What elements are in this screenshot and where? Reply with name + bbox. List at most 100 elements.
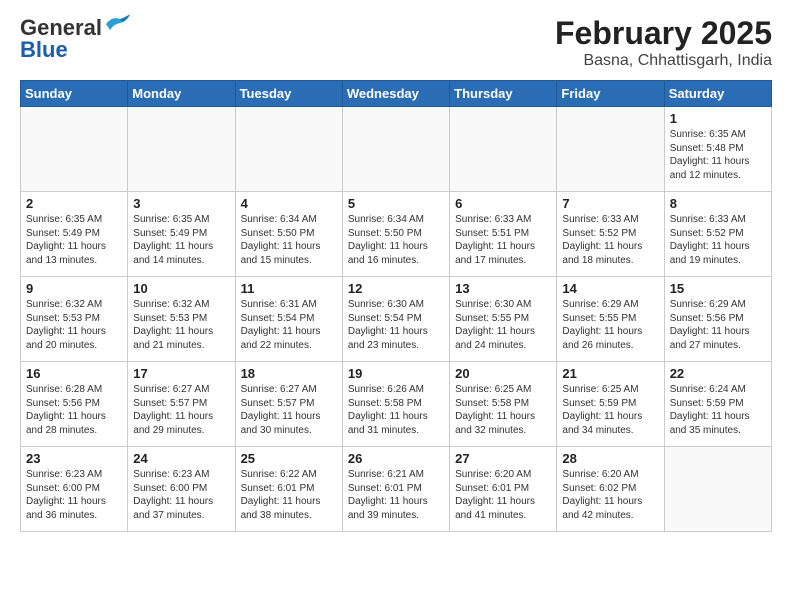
day-number: 28	[562, 451, 658, 466]
header-wednesday: Wednesday	[342, 81, 449, 107]
calendar-cell: 1 Sunrise: 6:35 AMSunset: 5:48 PMDaylight…	[664, 107, 771, 192]
calendar-cell: 26 Sunrise: 6:21 AMSunset: 6:01 PMDayligh…	[342, 447, 449, 532]
week-row-0: 1 Sunrise: 6:35 AMSunset: 5:48 PMDaylight…	[21, 107, 772, 192]
calendar-cell: 8 Sunrise: 6:33 AMSunset: 5:52 PMDaylight…	[664, 192, 771, 277]
day-number: 6	[455, 196, 551, 211]
calendar-cell: 25 Sunrise: 6:22 AMSunset: 6:01 PMDayligh…	[235, 447, 342, 532]
calendar-cell: 16Sunrise: 6:28 AMSunset: 5:56 PMDayligh…	[21, 362, 128, 447]
day-number: 12	[348, 281, 444, 296]
day-info: Sunrise: 6:26 AMSunset: 5:58 PMDaylight:…	[348, 383, 444, 437]
day-info: Sunrise: 6:33 AMSunset: 5:51 PMDaylight:…	[455, 213, 551, 267]
day-number: 23	[26, 451, 122, 466]
week-row-4: 23 Sunrise: 6:23 AMSunset: 6:00 PMDayligh…	[21, 447, 772, 532]
calendar-cell: 2 Sunrise: 6:35 AMSunset: 5:49 PMDaylight…	[21, 192, 128, 277]
calendar-cell: 19 Sunrise: 6:26 AMSunset: 5:58 PMDayligh…	[342, 362, 449, 447]
calendar-cell: 20Sunrise: 6:25 AMSunset: 5:58 PMDayligh…	[450, 362, 557, 447]
day-number: 25	[241, 451, 337, 466]
week-row-1: 2 Sunrise: 6:35 AMSunset: 5:49 PMDaylight…	[21, 192, 772, 277]
day-info: Sunrise: 6:34 AMSunset: 5:50 PMDaylight:…	[348, 213, 444, 267]
calendar-cell: 18 Sunrise: 6:27 AMSunset: 5:57 PMDayligh…	[235, 362, 342, 447]
day-number: 2	[26, 196, 122, 211]
day-number: 10	[133, 281, 229, 296]
calendar-cell: 14 Sunrise: 6:29 AMSunset: 5:55 PMDayligh…	[557, 277, 664, 362]
day-number: 24	[133, 451, 229, 466]
header-tuesday: Tuesday	[235, 81, 342, 107]
day-number: 18	[241, 366, 337, 381]
header-friday: Friday	[557, 81, 664, 107]
day-info: Sunrise: 6:30 AMSunset: 5:54 PMDaylight:…	[348, 298, 444, 352]
calendar-cell: 22 Sunrise: 6:24 AMSunset: 5:59 PMDayligh…	[664, 362, 771, 447]
calendar-cell: 28 Sunrise: 6:20 AMSunset: 6:02 PMDayligh…	[557, 447, 664, 532]
day-number: 21	[562, 366, 658, 381]
weekday-header-row: Sunday Monday Tuesday Wednesday Thursday…	[21, 81, 772, 107]
day-info: Sunrise: 6:29 AMSunset: 5:55 PMDaylight:…	[562, 298, 658, 352]
day-number: 14	[562, 281, 658, 296]
day-number: 3	[133, 196, 229, 211]
day-info: Sunrise: 6:27 AMSunset: 5:57 PMDaylight:…	[133, 383, 229, 437]
day-info: Sunrise: 6:33 AMSunset: 5:52 PMDaylight:…	[670, 213, 766, 267]
calendar-cell: 15Sunrise: 6:29 AMSunset: 5:56 PMDayligh…	[664, 277, 771, 362]
header-thursday: Thursday	[450, 81, 557, 107]
day-number: 22	[670, 366, 766, 381]
calendar-cell: 27 Sunrise: 6:20 AMSunset: 6:01 PMDayligh…	[450, 447, 557, 532]
day-number: 8	[670, 196, 766, 211]
day-info: Sunrise: 6:21 AMSunset: 6:01 PMDaylight:…	[348, 468, 444, 522]
day-number: 11	[241, 281, 337, 296]
calendar-cell	[557, 107, 664, 192]
logo: General Blue	[20, 15, 130, 63]
calendar-cell: 21 Sunrise: 6:25 AMSunset: 5:59 PMDayligh…	[557, 362, 664, 447]
calendar-cell: 9Sunrise: 6:32 AMSunset: 5:53 PMDaylight…	[21, 277, 128, 362]
day-info: Sunrise: 6:27 AMSunset: 5:57 PMDaylight:…	[241, 383, 337, 437]
day-number: 5	[348, 196, 444, 211]
day-number: 1	[670, 111, 766, 126]
title-section: February 2025 Basna, Chhattisgarh, India	[555, 15, 772, 70]
calendar-cell: 11 Sunrise: 6:31 AMSunset: 5:54 PMDayligh…	[235, 277, 342, 362]
day-info: Sunrise: 6:32 AMSunset: 5:53 PMDaylight:…	[133, 298, 229, 352]
header: General Blue February 2025 Basna, Chhatt…	[20, 15, 772, 70]
week-row-2: 9 Sunrise: 6:32 AMSunset: 5:53 PMDaylight…	[21, 277, 772, 362]
logo-blue: Blue	[20, 37, 68, 63]
day-number: 17	[133, 366, 229, 381]
calendar-cell: 4 Sunrise: 6:34 AMSunset: 5:50 PMDaylight…	[235, 192, 342, 277]
day-number: 26	[348, 451, 444, 466]
day-info: Sunrise: 6:25 AMSunset: 5:59 PMDaylight:…	[562, 383, 658, 437]
day-number: 7	[562, 196, 658, 211]
day-number: 9	[26, 281, 122, 296]
day-info: Sunrise: 6:33 AMSunset: 5:52 PMDaylight:…	[562, 213, 658, 267]
day-info: Sunrise: 6:22 AMSunset: 6:01 PMDaylight:…	[241, 468, 337, 522]
day-info: Sunrise: 6:20 AMSunset: 6:01 PMDaylight:…	[455, 468, 551, 522]
calendar-cell: 17 Sunrise: 6:27 AMSunset: 5:57 PMDayligh…	[128, 362, 235, 447]
header-saturday: Saturday	[664, 81, 771, 107]
day-info: Sunrise: 6:35 AMSunset: 5:49 PMDaylight:…	[133, 213, 229, 267]
week-row-3: 16Sunrise: 6:28 AMSunset: 5:56 PMDayligh…	[21, 362, 772, 447]
day-info: Sunrise: 6:35 AMSunset: 5:48 PMDaylight:…	[670, 128, 766, 182]
day-number: 13	[455, 281, 551, 296]
header-sunday: Sunday	[21, 81, 128, 107]
page-container: General Blue February 2025 Basna, Chhatt…	[0, 0, 792, 542]
day-info: Sunrise: 6:31 AMSunset: 5:54 PMDaylight:…	[241, 298, 337, 352]
day-info: Sunrise: 6:20 AMSunset: 6:02 PMDaylight:…	[562, 468, 658, 522]
day-number: 27	[455, 451, 551, 466]
day-number: 19	[348, 366, 444, 381]
day-info: Sunrise: 6:23 AMSunset: 6:00 PMDaylight:…	[26, 468, 122, 522]
day-info: Sunrise: 6:23 AMSunset: 6:00 PMDaylight:…	[133, 468, 229, 522]
calendar-cell: 7 Sunrise: 6:33 AMSunset: 5:52 PMDaylight…	[557, 192, 664, 277]
logo-bird-icon	[104, 14, 130, 34]
header-monday: Monday	[128, 81, 235, 107]
day-info: Sunrise: 6:30 AMSunset: 5:55 PMDaylight:…	[455, 298, 551, 352]
calendar-cell	[450, 107, 557, 192]
calendar-table: Sunday Monday Tuesday Wednesday Thursday…	[20, 80, 772, 532]
calendar-cell: 3 Sunrise: 6:35 AMSunset: 5:49 PMDaylight…	[128, 192, 235, 277]
day-info: Sunrise: 6:24 AMSunset: 5:59 PMDaylight:…	[670, 383, 766, 437]
calendar-cell: 6 Sunrise: 6:33 AMSunset: 5:51 PMDaylight…	[450, 192, 557, 277]
calendar-cell	[235, 107, 342, 192]
day-number: 20	[455, 366, 551, 381]
calendar-cell: 5 Sunrise: 6:34 AMSunset: 5:50 PMDaylight…	[342, 192, 449, 277]
calendar-cell: 10 Sunrise: 6:32 AMSunset: 5:53 PMDayligh…	[128, 277, 235, 362]
day-number: 4	[241, 196, 337, 211]
location: Basna, Chhattisgarh, India	[555, 52, 772, 70]
day-number: 16	[26, 366, 122, 381]
day-info: Sunrise: 6:34 AMSunset: 5:50 PMDaylight:…	[241, 213, 337, 267]
day-number: 15	[670, 281, 766, 296]
day-info: Sunrise: 6:35 AMSunset: 5:49 PMDaylight:…	[26, 213, 122, 267]
